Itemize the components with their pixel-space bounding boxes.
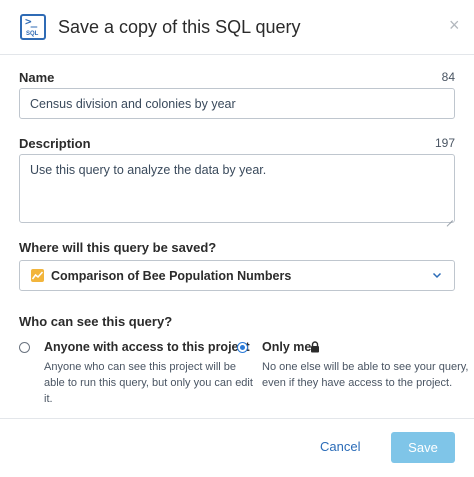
visibility-label: Who can see this query? — [19, 314, 173, 329]
option-anyone-desc-3: it. — [44, 393, 53, 405]
dialog-header: >_ SQL Save a copy of this SQL query × — [0, 0, 474, 55]
chevron-down-icon — [432, 272, 442, 279]
project-select-value: Comparison of Bee Population Numbers — [51, 269, 292, 283]
lock-icon — [311, 341, 319, 353]
radio-anyone[interactable] — [19, 342, 30, 353]
name-char-count: 84 — [441, 70, 455, 84]
option-only-me-title: Only me — [262, 340, 312, 354]
sql-icon-label: SQL — [26, 31, 39, 37]
sql-icon-prompt: >_ — [25, 15, 37, 28]
close-icon[interactable]: × — [449, 15, 460, 35]
save-button[interactable]: Save — [391, 432, 455, 463]
radio-only-me[interactable] — [237, 342, 248, 353]
location-label: Where will this query be saved? — [19, 240, 217, 255]
description-label: Description — [19, 136, 91, 151]
cancel-button[interactable]: Cancel — [320, 439, 360, 454]
option-only-me-desc-2: even if they have access to the project. — [262, 377, 453, 389]
description-input[interactable]: Use this query to analyze the data by ye… — [19, 154, 455, 223]
option-anyone-title: Anyone with access to this project — [44, 340, 250, 354]
option-anyone-desc-1: Anyone who can see this project will be — [44, 361, 236, 373]
sql-icon: >_ SQL — [20, 14, 46, 40]
dialog-title: Save a copy of this SQL query — [58, 17, 301, 37]
name-label: Name — [19, 70, 55, 85]
project-select[interactable]: Comparison of Bee Population Numbers — [19, 260, 455, 291]
name-input[interactable] — [19, 88, 455, 119]
option-anyone-desc-2: able to run this query, but only you can… — [44, 377, 253, 389]
resize-grip-icon[interactable] — [445, 213, 453, 221]
description-char-count: 197 — [434, 136, 455, 150]
option-only-me-desc-1: No one else will be able to see your que… — [262, 361, 469, 373]
project-chart-icon — [31, 269, 44, 282]
